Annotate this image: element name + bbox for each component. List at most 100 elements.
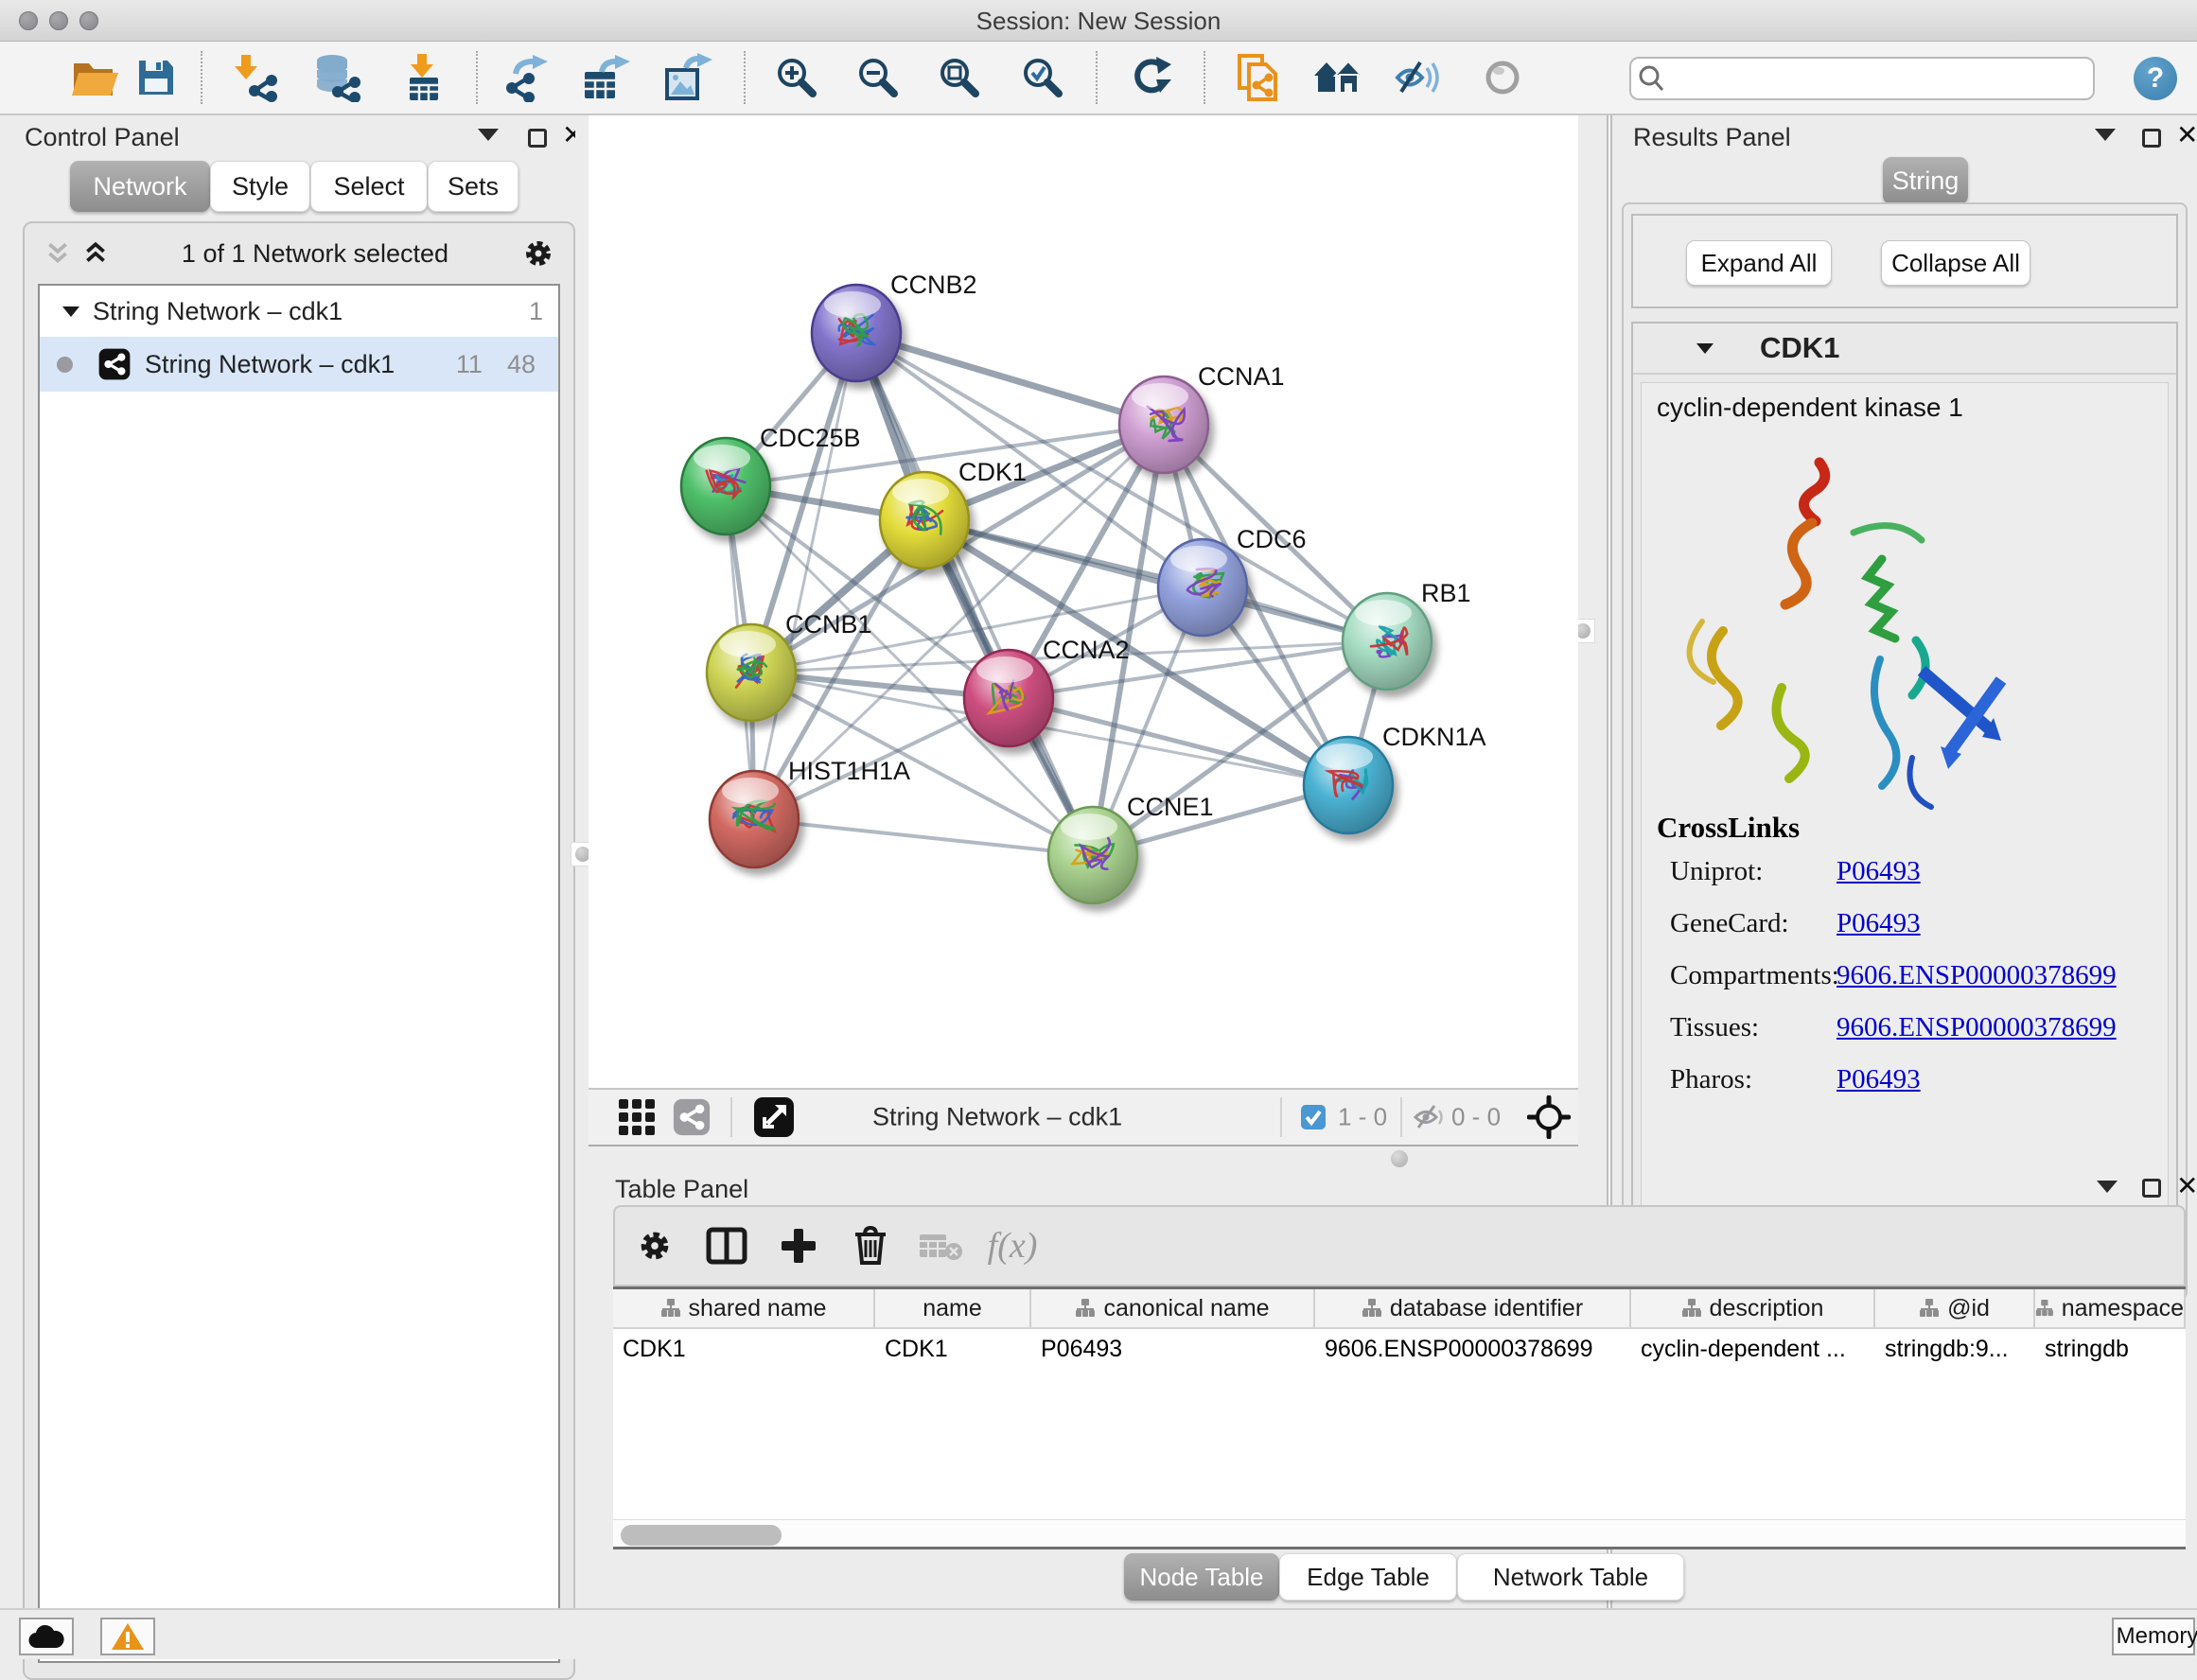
table-hscrollbar[interactable] <box>613 1519 2186 1549</box>
memory-button[interactable]: Memory <box>2112 1618 2195 1655</box>
tab-select[interactable]: Select <box>310 161 428 212</box>
crosslink-link[interactable]: 9606.ENSP00000378699 <box>1837 1012 2117 1043</box>
table-cell: cyclin-dependent ... <box>1631 1329 1875 1371</box>
network-edge[interactable] <box>754 333 856 819</box>
string-network-icon <box>97 347 132 381</box>
gene-header[interactable]: CDK1 <box>1633 324 2176 375</box>
column-header-description[interactable]: description <box>1631 1289 1875 1327</box>
grid-view-icon[interactable] <box>617 1097 657 1137</box>
expand-all-icon[interactable] <box>81 240 110 267</box>
network-edge[interactable] <box>754 819 1093 855</box>
tab-sets[interactable]: Sets <box>428 161 518 212</box>
import-table-file-icon[interactable] <box>393 46 455 109</box>
delete-column-icon[interactable] <box>852 1225 889 1267</box>
toolbar-divider <box>476 51 478 104</box>
network-row-selected[interactable]: String Network – cdk1 11 48 <box>40 337 558 392</box>
view-toolbar-divider <box>1400 1097 1402 1137</box>
collapse-all-button[interactable]: Collapse All <box>1881 240 2030 286</box>
crosslink-link[interactable]: 9606.ENSP00000378699 <box>1837 960 2117 991</box>
table-gear-icon[interactable] <box>635 1226 675 1266</box>
function-builder-icon[interactable]: f(x) <box>988 1225 1038 1267</box>
network-edge[interactable] <box>1009 698 1348 785</box>
network-collection-label: String Network – cdk1 <box>93 297 343 326</box>
expand-all-button[interactable]: Expand All <box>1686 240 1832 286</box>
export-table-icon[interactable] <box>574 46 637 109</box>
tab-node-table[interactable]: Node Table <box>1124 1553 1279 1601</box>
zoom-fit-icon[interactable] <box>928 46 991 109</box>
tree-expand-icon[interactable] <box>61 303 81 320</box>
zoom-in-icon[interactable] <box>765 46 828 109</box>
refresh-icon[interactable] <box>1119 46 1182 109</box>
network-canvas[interactable]: CCNB2CCNA1CDC25BCDK1CDC6RB1CCNB1CCNA2CDK… <box>589 115 1578 1088</box>
panel-menu-icon[interactable] <box>2097 1181 2118 1193</box>
tab-string[interactable]: String <box>1883 157 1968 204</box>
add-column-icon[interactable] <box>780 1227 817 1265</box>
hide-selected-icon[interactable] <box>1388 46 1450 109</box>
crosslink-link[interactable]: P06493 <box>1837 1064 1921 1095</box>
network-edge[interactable] <box>856 333 1164 425</box>
export-image-icon[interactable] <box>657 46 719 109</box>
column-header-database-identifier[interactable]: database identifier <box>1315 1289 1631 1327</box>
tab-style[interactable]: Style <box>210 161 310 212</box>
column-header-name[interactable]: name <box>875 1289 1031 1327</box>
table-cell: stringdb <box>2035 1329 2186 1371</box>
string-network-graph[interactable]: CCNB2CCNA1CDC25BCDK1CDC6RB1CCNB1CCNA2CDK… <box>589 115 1578 1088</box>
cloud-button[interactable] <box>19 1618 74 1655</box>
table-row[interactable]: CDK1CDK1P064939606.ENSP00000378699cyclin… <box>613 1329 2186 1371</box>
collapse-entry-icon[interactable] <box>1694 340 1716 357</box>
network-node-RB1[interactable]: RB1 <box>1343 579 1471 690</box>
network-node-CDKN1A[interactable]: CDKN1A <box>1304 723 1486 833</box>
gear-icon[interactable] <box>520 236 556 271</box>
edge-count: 48 <box>507 350 536 379</box>
column-header--id[interactable]: @id <box>1875 1289 2035 1327</box>
export-network-icon[interactable] <box>494 46 556 109</box>
help-icon[interactable]: ? <box>2134 57 2177 100</box>
tab-network[interactable]: Network <box>70 161 210 212</box>
table-hscroll-thumb[interactable] <box>621 1525 782 1546</box>
collapse-all-icon[interactable] <box>44 240 72 267</box>
panel-close-icon[interactable]: ✕ <box>2176 126 2197 145</box>
selected-checkbox-icon[interactable] <box>1300 1104 1327 1130</box>
zoom-out-icon[interactable] <box>847 46 909 109</box>
string-home-icon[interactable] <box>1308 46 1370 109</box>
show-all-icon[interactable] <box>1471 46 1534 109</box>
memory-label: Memory <box>2117 1623 2197 1650</box>
show-columns-icon[interactable] <box>706 1227 747 1265</box>
import-network-database-icon[interactable] <box>306 46 368 109</box>
column-header-namespace[interactable]: namespace <box>2035 1289 2186 1327</box>
panel-float-icon[interactable] <box>2142 129 2161 148</box>
panel-float-icon[interactable] <box>2142 1179 2161 1198</box>
panel-menu-icon[interactable] <box>478 129 499 141</box>
network-edge[interactable] <box>924 520 1387 641</box>
search-input[interactable] <box>1673 60 2093 97</box>
fit-content-icon[interactable] <box>1527 1095 1571 1139</box>
network-collection-row[interactable]: String Network – cdk1 1 <box>40 286 558 337</box>
panel-close-icon[interactable]: ✕ <box>2176 1177 2197 1196</box>
hidden-eye-icon[interactable] <box>1414 1103 1446 1131</box>
panel-float-icon[interactable] <box>528 129 547 148</box>
network-node-CCNB1[interactable]: CCNB1 <box>707 610 872 721</box>
crosslink-link[interactable]: P06493 <box>1837 856 1921 887</box>
crosslinks-title: CrossLinks <box>1657 811 1800 845</box>
panel-menu-icon[interactable] <box>2095 129 2116 141</box>
network-share-icon[interactable] <box>672 1097 712 1137</box>
horizontal-splitter[interactable] <box>589 1146 1578 1171</box>
clear-table-icon[interactable] <box>918 1229 963 1263</box>
share-document-icon[interactable] <box>1227 46 1290 109</box>
network-node-CCNA1[interactable]: CCNA1 <box>1119 362 1285 473</box>
crosslink-link[interactable]: P06493 <box>1837 908 1921 939</box>
birds-eye-view-icon[interactable] <box>753 1096 795 1138</box>
tab-network-table[interactable]: Network Table <box>1457 1553 1684 1601</box>
open-session-icon[interactable] <box>63 46 126 109</box>
column-header-canonical-name[interactable]: canonical name <box>1031 1289 1315 1327</box>
zoom-selected-icon[interactable] <box>1011 46 1074 109</box>
horizontal-splitter-grip[interactable] <box>1391 1150 1408 1167</box>
tab-edge-table[interactable]: Edge Table <box>1279 1553 1457 1601</box>
table-cell: CDK1 <box>875 1329 1031 1371</box>
column-header-shared-name[interactable]: shared name <box>613 1289 875 1327</box>
network-node-HIST1H1A[interactable]: HIST1H1A <box>710 757 910 867</box>
save-session-icon[interactable] <box>125 46 187 109</box>
warnings-button[interactable] <box>100 1618 155 1655</box>
network-node-CDK1[interactable]: CDK1 <box>880 458 1027 569</box>
import-network-file-icon[interactable] <box>227 46 290 109</box>
